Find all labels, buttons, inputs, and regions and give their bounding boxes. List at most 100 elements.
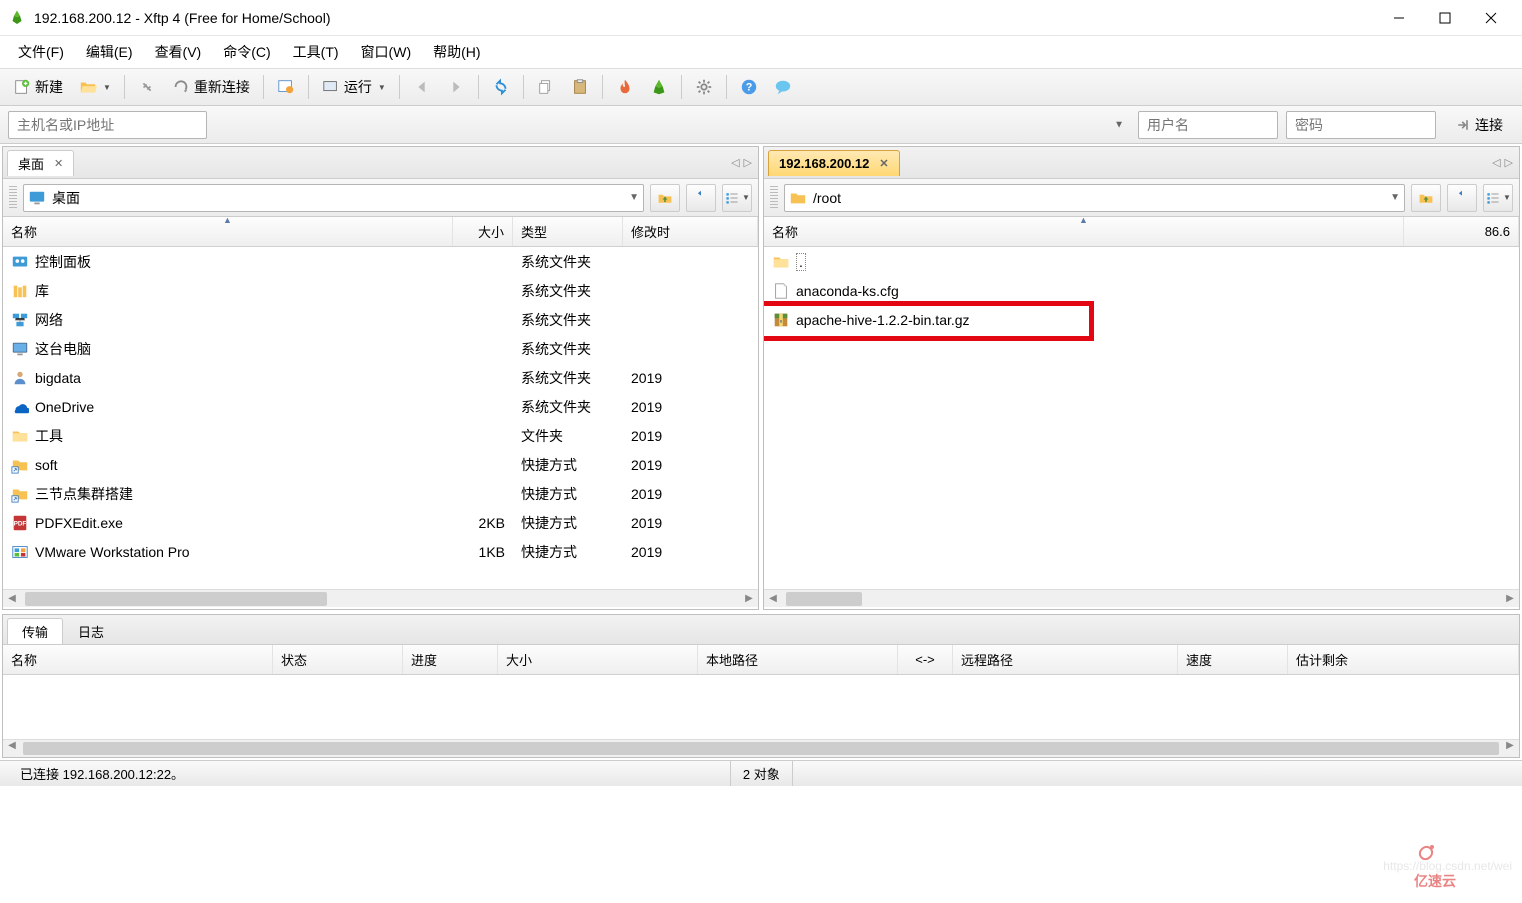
tab-next-icon[interactable]: ▷ (744, 156, 752, 169)
chat-button[interactable] (767, 72, 799, 102)
list-item[interactable]: VMware Workstation Pro1KB快捷方式2019 (3, 537, 758, 566)
chevron-down-icon: ▼ (1114, 119, 1124, 130)
col-size-trunc[interactable]: 86.6 (1404, 217, 1519, 246)
list-item[interactable]: PDFPDFXEdit.exe2KB快捷方式2019 (3, 508, 758, 537)
minimize-button[interactable] (1376, 2, 1422, 34)
paste-icon (571, 78, 589, 96)
up-button[interactable] (650, 184, 680, 212)
separator (308, 75, 309, 99)
open-button[interactable]: ▼ (72, 72, 118, 102)
pc-icon (11, 340, 29, 358)
refresh-button[interactable] (1447, 184, 1477, 212)
tab-prev-icon[interactable]: ◁ (731, 156, 739, 169)
list-item[interactable]: 这台电脑系统文件夹 (3, 334, 758, 363)
chevron-down-icon: ▼ (1503, 193, 1511, 202)
forward-button[interactable] (440, 72, 472, 102)
separator (399, 75, 400, 99)
new-button[interactable]: 新建 (6, 72, 70, 102)
menu-help[interactable]: 帮助(H) (423, 38, 490, 66)
tcol-eta[interactable]: 估计剩余 (1288, 645, 1519, 674)
menu-edit[interactable]: 编辑(E) (76, 38, 143, 66)
close-button[interactable] (1468, 2, 1514, 34)
list-item[interactable]: apache-hive-1.2.2-bin.tar.gz (764, 305, 1519, 334)
back-button[interactable] (406, 72, 438, 102)
tab-log[interactable]: 日志 (63, 618, 119, 644)
status-objects: 2 对象 (731, 761, 793, 786)
tcol-name[interactable]: 名称 (3, 645, 273, 674)
view-button[interactable]: ▼ (722, 184, 752, 212)
remote-rows[interactable]: .anaconda-ks.cfgapache-hive-1.2.2-bin.ta… (764, 247, 1519, 589)
menu-window[interactable]: 窗口(W) (351, 38, 422, 66)
username-input[interactable] (1138, 111, 1278, 139)
tcol-remote[interactable]: 远程路径 (953, 645, 1178, 674)
menu-view[interactable]: 查看(V) (145, 38, 212, 66)
tcol-size[interactable]: 大小 (498, 645, 698, 674)
menu-file[interactable]: 文件(F) (8, 38, 74, 66)
tab-nav: ◁ ▷ (731, 156, 752, 169)
list-item[interactable]: 网络系统文件夹 (3, 305, 758, 334)
host-input[interactable] (8, 111, 207, 139)
properties-button[interactable] (270, 72, 302, 102)
list-item[interactable]: bigdata系统文件夹2019 (3, 363, 758, 392)
tcol-speed[interactable]: 速度 (1178, 645, 1288, 674)
list-item[interactable]: anaconda-ks.cfg (764, 276, 1519, 305)
close-icon[interactable]: ✕ (879, 157, 888, 170)
maximize-button[interactable] (1422, 2, 1468, 34)
tcol-progress[interactable]: 进度 (403, 645, 498, 674)
tab-prev-icon[interactable]: ◁ (1492, 156, 1500, 169)
remote-tabs: 192.168.200.12 ✕ ◁ ▷ (764, 147, 1519, 179)
view-button[interactable]: ▼ (1483, 184, 1513, 212)
refresh-button[interactable] (686, 184, 716, 212)
copy-button[interactable] (530, 72, 562, 102)
tab-transfer[interactable]: 传输 (7, 618, 63, 644)
separator (681, 75, 682, 99)
chevron-down-icon: ▼ (1390, 192, 1400, 203)
list-item[interactable]: 库系统文件夹 (3, 276, 758, 305)
leaf-button[interactable] (643, 72, 675, 102)
main-toolbar: 新建 ▼ 重新连接 运行 ▼ ? (0, 68, 1522, 106)
menu-command[interactable]: 命令(C) (213, 38, 280, 66)
copy-icon (537, 78, 555, 96)
up-button[interactable] (1411, 184, 1441, 212)
tcol-status[interactable]: 状态 (273, 645, 403, 674)
leaf-icon (650, 78, 668, 96)
paste-button[interactable] (564, 72, 596, 102)
menu-tools[interactable]: 工具(T) (283, 38, 349, 66)
col-mtime[interactable]: 修改时 (623, 217, 758, 246)
settings-button[interactable] (688, 72, 720, 102)
tcol-arrow[interactable]: <-> (898, 645, 953, 674)
disconnect-button[interactable] (131, 72, 163, 102)
help-button[interactable]: ? (733, 72, 765, 102)
transfer-body[interactable] (3, 675, 1519, 739)
tab-next-icon[interactable]: ▷ (1505, 156, 1513, 169)
col-size[interactable]: 大小 (453, 217, 513, 246)
transfer-section: 传输 日志 名称 状态 进度 大小 本地路径 <-> 远程路径 速度 估计剩余 … (2, 614, 1520, 758)
list-item[interactable]: . (764, 247, 1519, 276)
tab-desktop[interactable]: 桌面 ✕ (7, 150, 74, 176)
tab-remote-host[interactable]: 192.168.200.12 ✕ (768, 150, 900, 176)
local-rows[interactable]: 控制面板系统文件夹库系统文件夹网络系统文件夹这台电脑系统文件夹bigdata系统… (3, 247, 758, 589)
connect-button[interactable]: 连接 (1444, 111, 1514, 139)
transfer-hscrollbar[interactable]: ◀ ▶ (3, 739, 1519, 757)
password-input[interactable] (1286, 111, 1436, 139)
list-item[interactable]: 三节点集群搭建快捷方式2019 (3, 479, 758, 508)
col-type[interactable]: 类型 (513, 217, 623, 246)
tcol-local[interactable]: 本地路径 (698, 645, 898, 674)
remote-hscrollbar[interactable]: ◀▶ (764, 589, 1519, 607)
col-name[interactable]: ▲名称 (3, 217, 453, 246)
remote-pathbar: /root ▼ ▼ (764, 179, 1519, 217)
local-hscrollbar[interactable]: ◀▶ (3, 589, 758, 607)
list-item[interactable]: 控制面板系统文件夹 (3, 247, 758, 276)
remote-path-combo[interactable]: /root ▼ (784, 184, 1405, 212)
local-path-combo[interactable]: 桌面 ▼ (23, 184, 644, 212)
list-item[interactable]: OneDrive系统文件夹2019 (3, 392, 758, 421)
separator (726, 75, 727, 99)
col-name[interactable]: ▲名称 (764, 217, 1404, 246)
sync-button[interactable] (485, 72, 517, 102)
run-button[interactable]: 运行 ▼ (315, 72, 393, 102)
fire-button[interactable] (609, 72, 641, 102)
reconnect-button[interactable]: 重新连接 (165, 72, 257, 102)
list-item[interactable]: soft快捷方式2019 (3, 450, 758, 479)
close-icon[interactable]: ✕ (54, 157, 63, 170)
list-item[interactable]: 工具文件夹2019 (3, 421, 758, 450)
